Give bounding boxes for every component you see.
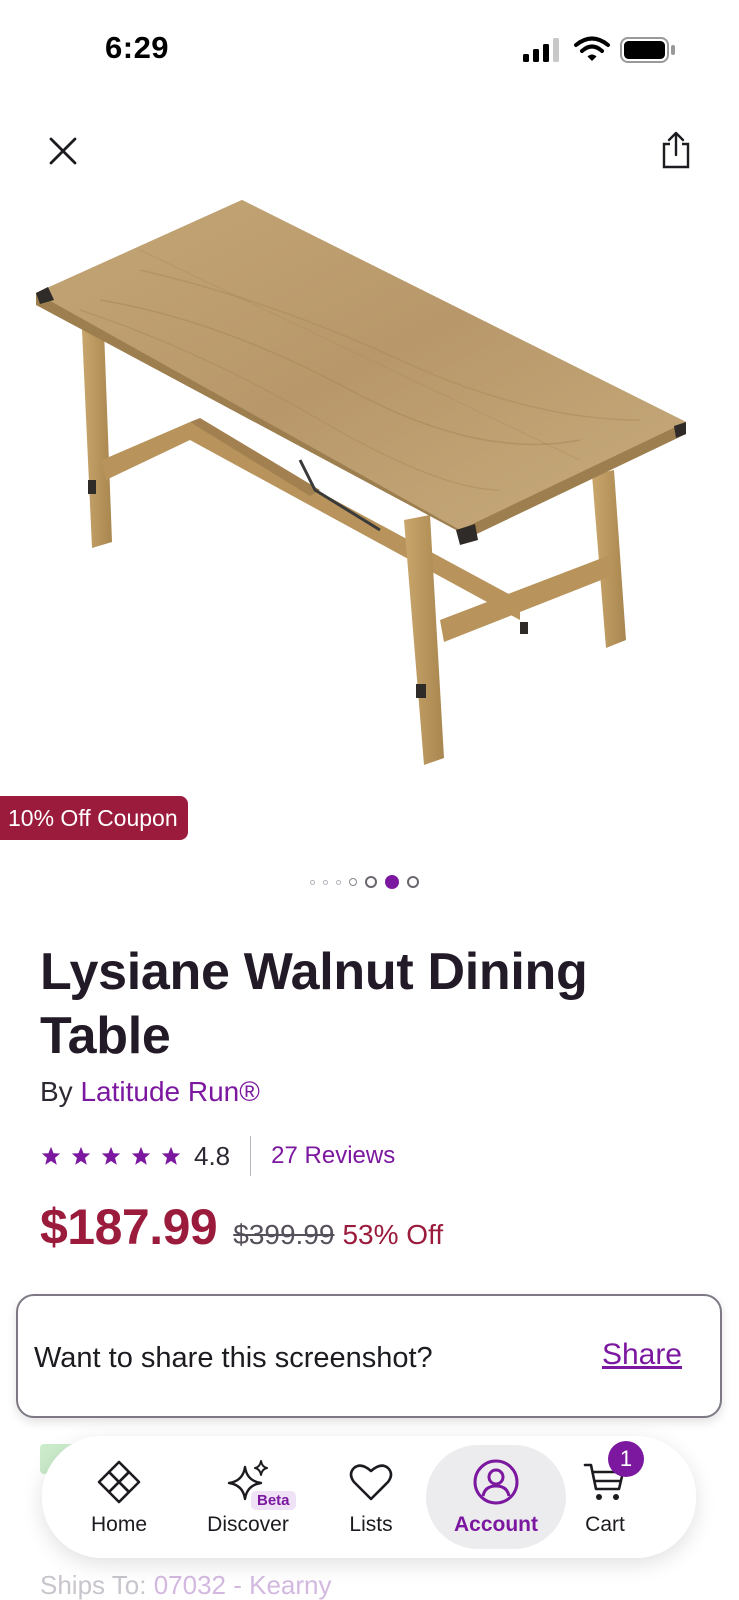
nav-discover[interactable]: Beta Discover <box>200 1436 296 1558</box>
close-icon <box>49 137 77 165</box>
account-icon <box>471 1457 521 1507</box>
star-icon <box>161 1146 181 1165</box>
nav-home[interactable]: Home <box>80 1436 158 1558</box>
ships-to-zip[interactable]: 07032 - Kearny <box>154 1570 332 1600</box>
bottom-nav: Home Beta Discover Lists Account 1 Cart <box>42 1436 696 1558</box>
share-prompt-text: Want to share this screenshot? <box>34 1342 433 1374</box>
rating-row[interactable]: 4.8 27 Reviews <box>40 1136 395 1176</box>
brand-line: By Latitude Run® <box>40 1076 260 1108</box>
rating-value: 4.8 <box>194 1140 231 1171</box>
star-icon <box>131 1146 151 1165</box>
status-bar: 6:29 <box>0 0 739 100</box>
carousel-dot[interactable] <box>336 879 341 885</box>
nav-account-label: Account <box>454 1513 538 1536</box>
price-current: $187.99 <box>40 1199 218 1255</box>
heart-icon <box>346 1457 396 1507</box>
cellular-signal-icon <box>523 38 559 62</box>
status-time: 6:29 <box>105 30 170 65</box>
product-image[interactable] <box>20 190 720 790</box>
wifi-icon <box>574 36 610 61</box>
home-icon <box>94 1457 144 1507</box>
brand-link[interactable]: Latitude Run® <box>80 1076 259 1107</box>
ships-to-label: Ships To: <box>40 1570 154 1600</box>
carousel-dot-active[interactable] <box>385 875 399 889</box>
cart-count-badge: 1 <box>608 1441 644 1477</box>
carousel-dot[interactable] <box>365 876 377 888</box>
price-original: $399.99 <box>233 1219 335 1250</box>
reviews-link[interactable]: 27 Reviews <box>271 1142 395 1170</box>
nav-lists-label: Lists <box>349 1513 393 1536</box>
sparkle-icon: Beta <box>223 1457 296 1510</box>
share-prompt-button[interactable]: Share <box>602 1338 682 1372</box>
star-icon <box>41 1146 61 1165</box>
nav-account[interactable]: Account <box>426 1445 566 1549</box>
carousel-dot[interactable] <box>323 879 328 885</box>
carousel-dots[interactable] <box>0 872 739 892</box>
carousel-dot[interactable] <box>310 879 315 885</box>
brand-prefix: By <box>40 1076 81 1107</box>
price-row: $187.99 $399.99 53% Off <box>40 1198 443 1256</box>
star-icon <box>101 1146 121 1165</box>
share-button[interactable] <box>656 128 696 172</box>
star-rating <box>40 1145 182 1167</box>
carousel-dot[interactable] <box>349 878 357 886</box>
nav-cart-label: Cart <box>585 1513 625 1536</box>
nav-cart[interactable]: 1 Cart <box>572 1436 644 1558</box>
price-discount: 53% Off <box>342 1219 444 1250</box>
share-icon <box>662 131 690 169</box>
battery-icon <box>620 37 675 63</box>
ships-to: Ships To: 07032 - Kearny <box>40 1570 332 1600</box>
nav-discover-label: Discover <box>207 1513 289 1536</box>
cart-icon: 1 <box>580 1441 644 1507</box>
share-screenshot-prompt: Want to share this screenshot? Share <box>16 1294 722 1418</box>
product-title: Lysiane Walnut Dining Table <box>40 943 588 1065</box>
rating-divider <box>250 1136 252 1176</box>
coupon-badge[interactable]: 10% Off Coupon <box>0 796 188 840</box>
carousel-dot[interactable] <box>407 876 419 888</box>
nav-home-label: Home <box>90 1513 148 1536</box>
close-button[interactable] <box>44 132 82 170</box>
nav-lists[interactable]: Lists <box>338 1436 404 1558</box>
beta-badge: Beta <box>251 1491 296 1510</box>
star-icon <box>71 1146 91 1165</box>
